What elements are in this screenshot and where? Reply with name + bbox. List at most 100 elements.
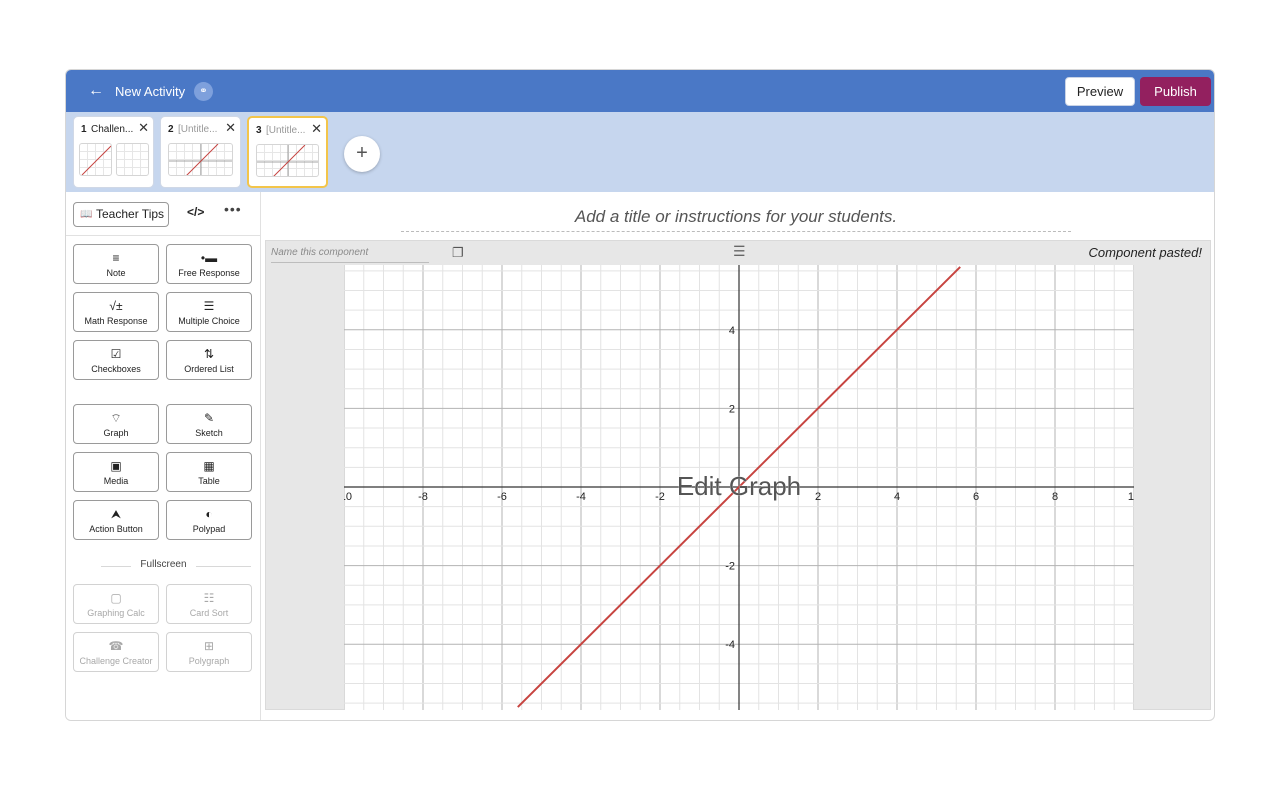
screen-number: 3 xyxy=(256,125,262,136)
screen-name: [Untitle... xyxy=(266,125,306,136)
screen-name: Challen... xyxy=(91,124,134,135)
screen-name: [Untitle... xyxy=(178,124,218,135)
add-screen-button[interactable]: + xyxy=(344,136,380,172)
close-icon[interactable]: ✕ xyxy=(138,120,149,136)
teacher-tips-label: Teacher Tips xyxy=(96,207,165,221)
divider xyxy=(196,566,251,567)
close-icon[interactable]: ✕ xyxy=(311,121,322,137)
screen-number: 1 xyxy=(81,124,87,135)
x-tick-label: 6 xyxy=(973,491,979,503)
multiple-choice-label: Multiple Choice xyxy=(178,316,240,326)
polypad-button[interactable]: ◐ Polypad xyxy=(166,500,252,540)
ordered-list-label: Ordered List xyxy=(184,364,234,374)
challenge-creator-button[interactable]: ☎ Challenge Creator xyxy=(73,632,159,672)
x-tick-label: 4 xyxy=(894,491,900,503)
link-icon[interactable]: ⚭ xyxy=(194,82,213,101)
coordinate-plane: -10 -8 -6 -4 -2 2 4 6 8 10 -4 -2 2 4 Edit Graph xyxy=(344,265,1134,710)
cursor-click-icon: ⮝ xyxy=(110,507,122,521)
screen-card-2[interactable]: 2 [Untitle... ✕ xyxy=(160,116,241,188)
divider xyxy=(66,235,261,236)
teacher-tips-button[interactable]: 📖 Teacher Tips xyxy=(73,202,169,227)
table-button[interactable]: ▦ Table xyxy=(166,452,252,492)
instructions-input[interactable]: Add a title or instructions for your stu… xyxy=(401,206,1071,232)
y-tick-label: -2 xyxy=(725,561,735,573)
y-tick-label: -4 xyxy=(725,639,735,651)
media-button[interactable]: ▣ Media xyxy=(73,452,159,492)
activity-builder-window: ← New Activity ⚭ Preview Publish 1 Chall… xyxy=(65,69,1215,721)
table-label: Table xyxy=(198,476,220,486)
sketch-button[interactable]: ✎ Sketch xyxy=(166,404,252,444)
action-button-button[interactable]: ⮝ Action Button xyxy=(73,500,159,540)
note-icon: ≡ xyxy=(112,251,120,265)
x-tick-label: 2 xyxy=(815,491,821,503)
polygraph-label: Polygraph xyxy=(188,656,230,666)
math-response-label: Math Response xyxy=(84,316,148,326)
component-pasted-status: Component pasted! xyxy=(1088,245,1202,260)
drag-handle-icon[interactable]: ☰ xyxy=(733,243,746,260)
polypad-icon: ◐ xyxy=(205,507,213,521)
card-sort-button[interactable]: ☷ Card Sort xyxy=(166,584,252,624)
note-button[interactable]: ≡ Note xyxy=(73,244,159,284)
graph-component: Name this component ❐ ☰ Component pasted… xyxy=(265,240,1211,710)
screen-thumbnail xyxy=(79,143,112,176)
graphing-calc-label: Graphing Calc xyxy=(87,608,145,618)
screen-editor: Add a title or instructions for your stu… xyxy=(261,192,1214,720)
arrow-left-icon[interactable]: ← xyxy=(88,82,104,100)
multiple-choice-icon: ☰ xyxy=(203,299,215,313)
card-sort-label: Card Sort xyxy=(189,608,229,618)
screen-thumbnail xyxy=(116,143,149,176)
media-label: Media xyxy=(103,476,129,486)
challenge-creator-icon: ☎ xyxy=(108,639,124,653)
card-sort-icon: ☷ xyxy=(203,591,215,605)
math-response-icon: √± xyxy=(109,299,123,313)
image-icon: ▣ xyxy=(110,459,122,473)
screen-number: 2 xyxy=(168,124,174,135)
book-icon: 📖 xyxy=(80,209,93,220)
x-tick-label: -4 xyxy=(576,491,586,503)
x-tick-label: 10 xyxy=(1128,491,1134,503)
free-response-label: Free Response xyxy=(178,268,240,278)
note-label: Note xyxy=(106,268,126,278)
ordered-list-button[interactable]: ⇅ Ordered List xyxy=(166,340,252,380)
free-response-icon: •▬ xyxy=(200,251,218,265)
x-tick-label: -6 xyxy=(497,491,507,503)
screen-thumbnail xyxy=(256,144,319,177)
component-sidebar: 📖 Teacher Tips </> ••• ≡ Note •▬ Free Resp… xyxy=(66,192,261,720)
checkboxes-button[interactable]: ☑ Checkboxes xyxy=(73,340,159,380)
screen-card-1[interactable]: 1 Challen... ✕ xyxy=(73,116,154,188)
graph-canvas[interactable]: -10 -8 -6 -4 -2 2 4 6 8 10 -4 -2 2 4 Edit Graph xyxy=(344,265,1134,710)
preview-button[interactable]: Preview xyxy=(1065,77,1135,106)
edit-graph-overlay: Edit Graph xyxy=(677,471,801,501)
header-bar: ← New Activity ⚭ Preview Publish xyxy=(66,70,1214,112)
free-response-button[interactable]: •▬ Free Response xyxy=(166,244,252,284)
graphing-calc-button[interactable]: ▢ Graphing Calc xyxy=(73,584,159,624)
activity-title[interactable]: New Activity xyxy=(115,84,185,100)
code-view-button[interactable]: </> xyxy=(187,205,204,219)
sketch-label: Sketch xyxy=(195,428,223,438)
fullscreen-section-label: Fullscreen xyxy=(140,559,187,570)
graph-button[interactable]: ⌔ Graph xyxy=(73,404,159,444)
challenge-creator-label: Challenge Creator xyxy=(79,656,153,666)
graphing-calc-icon: ▢ xyxy=(110,591,122,605)
copy-icon[interactable]: ❐ xyxy=(452,245,464,261)
more-options-icon[interactable]: ••• xyxy=(224,201,242,217)
screen-card-3[interactable]: 3 [Untitle... ✕ xyxy=(247,116,328,188)
y-tick-label: 4 xyxy=(729,325,735,337)
x-tick-label: -10 xyxy=(344,491,352,503)
screen-tab-bar: 1 Challen... ✕ 2 [Untitle... ✕ 3 [Untitl… xyxy=(66,112,1214,192)
ordered-list-icon: ⇅ xyxy=(203,347,215,361)
checkboxes-label: Checkboxes xyxy=(91,364,141,374)
math-response-button[interactable]: √± Math Response xyxy=(73,292,159,332)
graph-icon: ⌔ xyxy=(110,411,122,425)
table-icon: ▦ xyxy=(203,459,215,473)
close-icon[interactable]: ✕ xyxy=(225,120,236,136)
action-button-label: Action Button xyxy=(89,524,143,534)
component-name-input[interactable]: Name this component xyxy=(271,245,429,263)
multiple-choice-button[interactable]: ☰ Multiple Choice xyxy=(166,292,252,332)
publish-button[interactable]: Publish xyxy=(1140,77,1211,106)
sketch-icon: ✎ xyxy=(203,411,215,425)
y-tick-label: 2 xyxy=(729,403,735,415)
polygraph-button[interactable]: ⊞ Polygraph xyxy=(166,632,252,672)
x-tick-label: 8 xyxy=(1052,491,1058,503)
screen-thumbnail xyxy=(168,143,233,176)
